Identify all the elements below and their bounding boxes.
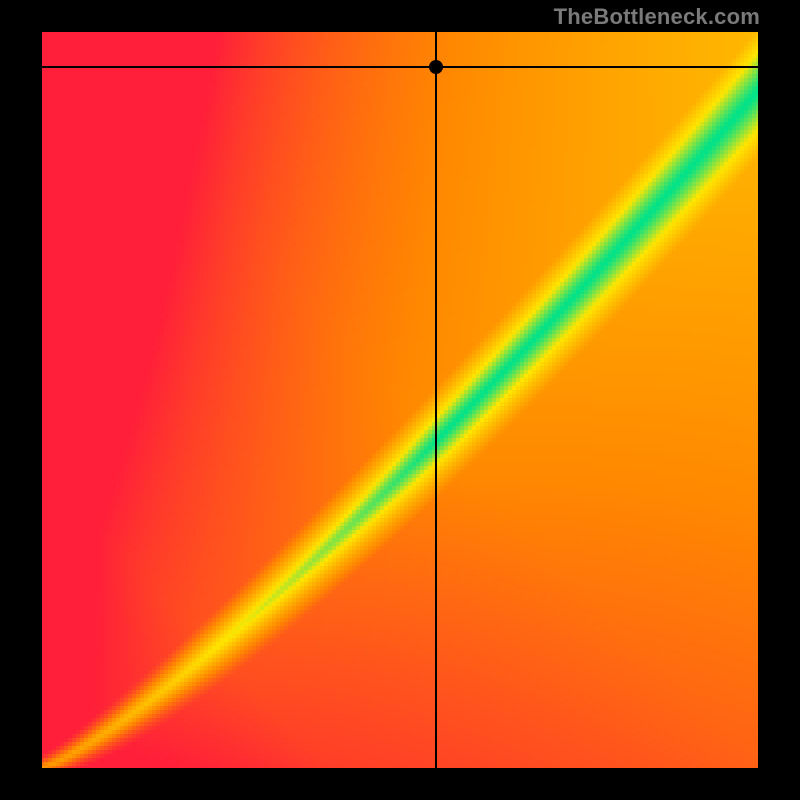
crosshair-vertical — [435, 30, 437, 770]
plot-area — [40, 30, 760, 770]
selection-marker — [429, 60, 443, 74]
watermark-text: TheBottleneck.com — [554, 4, 760, 30]
crosshair-horizontal — [40, 66, 760, 68]
chart-frame: TheBottleneck.com — [0, 0, 800, 800]
heatmap-canvas — [40, 30, 760, 770]
